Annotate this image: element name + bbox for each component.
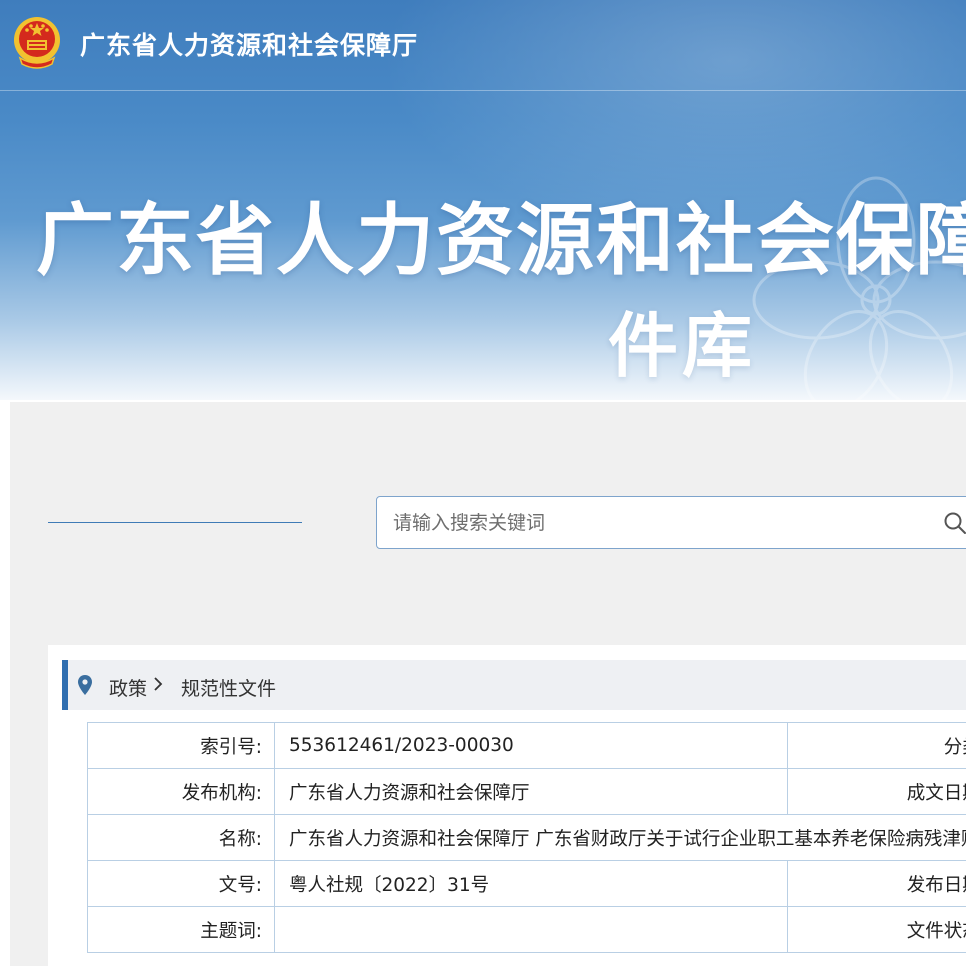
decorative-line [48,522,302,523]
written-date-label: 成文日期: [787,768,966,815]
category-label: 分类: [787,722,966,769]
issuer-value: 广东省人力资源和社会保障厅 [274,768,788,815]
status-label: 文件状态: [787,906,966,953]
publish-date-label: 发布日期: [787,860,966,907]
breadcrumb-item-policy[interactable]: 政策 [109,674,147,701]
table-row: 发布机构: 广东省人力资源和社会保障厅 成文日期: [87,768,966,815]
table-row: 索引号: 553612461/2023-00030 分类: [87,722,966,769]
national-emblem-icon[interactable] [12,14,62,70]
breadcrumb-item-normative-docs[interactable]: 规范性文件 [181,674,276,701]
subject-value [274,906,788,953]
table-row: 名称: 广东省人力资源和社会保障厅 广东省财政厅关于试行企业职工基本养老保险病残… [87,814,966,861]
search-icon[interactable] [943,511,966,535]
header-banner: 广东省人力资源和社会保障厅 广东省人力资源和社会保障厅 件库 [0,0,966,400]
top-bar: 广东省人力资源和社会保障厅 [0,0,966,91]
chevron-right-icon [154,677,163,691]
search-box[interactable] [376,496,966,549]
banner-title-line2: 件库 [608,305,756,387]
breadcrumb-accent-bar [62,660,68,710]
table-row: 文号: 粤人社规〔2022〕31号 发布日期: [87,860,966,907]
location-pin-icon [78,675,92,695]
index-no-label: 索引号: [87,722,275,769]
index-no-value: 553612461/2023-00030 [274,722,788,769]
subject-label: 主题词: [87,906,275,953]
site-name[interactable]: 广东省人力资源和社会保障厅 [80,26,418,62]
name-label: 名称: [87,814,275,861]
search-input[interactable] [377,497,966,548]
issuer-label: 发布机构: [87,768,275,815]
name-value: 广东省人力资源和社会保障厅 广东省财政厅关于试行企业职工基本养老保险病残津贴衤 [274,814,966,861]
doc-no-label: 文号: [87,860,275,907]
banner-title-line1: 广东省人力资源和社会保障厅 [36,196,966,286]
doc-no-value: 粤人社规〔2022〕31号 [274,860,788,907]
table-row: 主题词: 文件状态: [87,906,966,953]
document-info-table: 索引号: 553612461/2023-00030 分类: 发布机构: 广东省人… [87,722,966,953]
